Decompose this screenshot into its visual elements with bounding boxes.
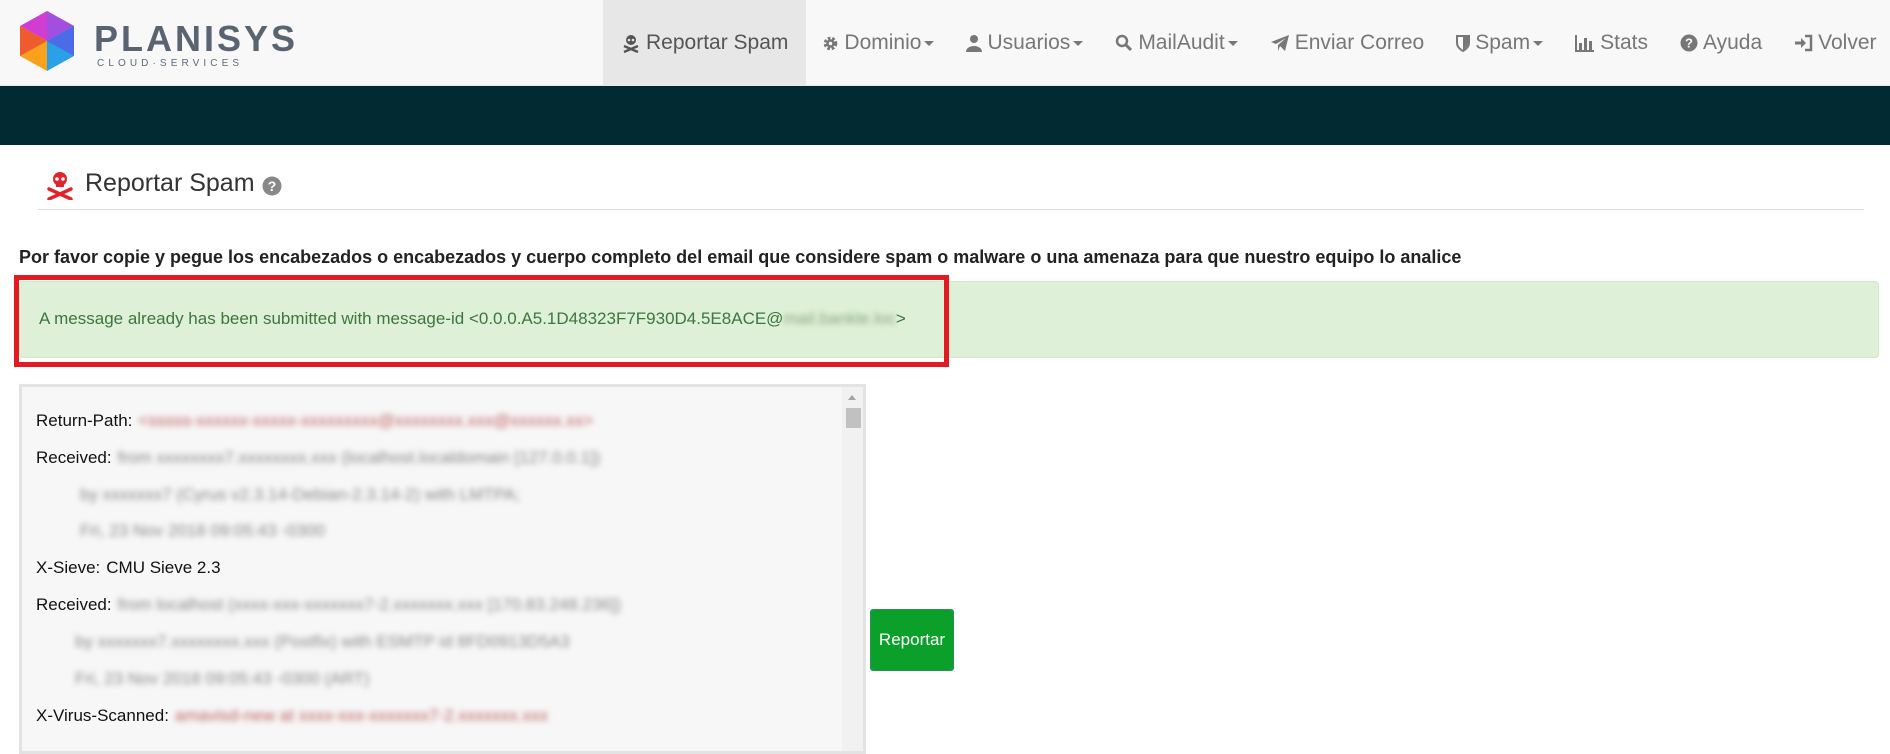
scroll-up-arrow-icon[interactable] [848, 395, 856, 400]
nav-label: Reportar Spam [646, 31, 789, 54]
bar-chart-icon [1575, 34, 1595, 52]
nav-label: Ayuda [1702, 31, 1763, 54]
nav-label: Usuarios [987, 31, 1071, 54]
success-alert: A message already has been submitted wit… [19, 281, 1879, 358]
nav-label: Spam [1475, 31, 1531, 54]
instructions-text: Por favor copie y pegue los encabezados … [19, 247, 1462, 267]
send-icon [1270, 34, 1290, 52]
svg-text:?: ? [268, 178, 277, 194]
header-line: by xxxxxxx7 (Cyrus v2.3.14-Debian-2.3.14… [80, 485, 520, 504]
nav-reportar-spam[interactable]: Reportar Spam [603, 0, 807, 86]
nav-enviar-correo[interactable]: Enviar Correo [1254, 0, 1441, 86]
nav-dominio[interactable]: Dominio [806, 0, 950, 86]
top-navbar: PLANISYS CLOUD·SERVICES Reportar Spam Do… [0, 0, 1890, 86]
alert-prefix: A message already has been submitted wit… [39, 309, 784, 328]
email-headers-textarea[interactable]: Return-Path: <sssss-xxxxxx-xxxxx-xxxxxxxx… [19, 384, 866, 754]
nav-label: Volver [1818, 31, 1877, 54]
page-header: Reportar Spam ? [38, 166, 1864, 210]
nav-usuarios[interactable]: Usuarios [950, 0, 1099, 86]
svg-text:?: ? [1685, 36, 1693, 51]
user-icon [966, 34, 983, 52]
header-line: Fri, 23 Nov 2018 09:05:43 -0300 [80, 521, 325, 540]
search-icon [1115, 34, 1133, 52]
main-nav: Reportar Spam Dominio Usuarios MailAudit [603, 0, 1890, 86]
alert-redacted-domain: mail.bankle.loc [783, 309, 896, 328]
skull-crossbones-icon [46, 170, 74, 205]
nav-label: Stats [1600, 31, 1648, 54]
question-circle-icon: ? [1680, 34, 1698, 52]
header-line: Received: from xxxxxxxx7.xxxxxxxx.xxx (lo… [36, 448, 601, 467]
nav-label: MailAudit [1138, 31, 1225, 54]
caret-down-icon [1227, 40, 1238, 46]
shield-icon [1456, 34, 1471, 52]
nav-label: Enviar Correo [1294, 31, 1425, 54]
header-line: Return-Path: <sssss-xxxxxx-xxxxx-xxxxxxxx… [36, 411, 594, 430]
header-line: Received: from localhost (xxxx-xxx-xxxxxx… [36, 595, 622, 614]
alert-suffix: > [895, 309, 906, 328]
brand-tagline: CLOUD·SERVICES [97, 58, 244, 69]
caret-down-icon [924, 40, 935, 46]
caret-down-icon [1073, 40, 1084, 46]
gear-icon [822, 35, 839, 52]
cube-logo-icon [20, 11, 74, 71]
header-line: X-Sieve: CMU Sieve 2.3 [36, 558, 221, 577]
nav-ayuda[interactable]: ? Ayuda [1664, 0, 1778, 86]
textarea-scrollbar[interactable] [842, 387, 863, 751]
nav-spam[interactable]: Spam [1440, 0, 1559, 86]
brand-name: PLANISYS [94, 18, 299, 59]
header-line: Fri, 23 Nov 2018 09:05:43 -0300 (ART) [75, 669, 370, 688]
caret-down-icon [1533, 40, 1544, 46]
skull-icon [621, 33, 641, 53]
page-title: Reportar Spam [85, 169, 255, 197]
header-line: X-Virus-Scanned: amavisd-new at xxxx-xxx-… [36, 706, 549, 725]
sign-in-icon [1794, 34, 1813, 52]
alert-message: A message already has been submitted wit… [39, 309, 906, 329]
report-button[interactable]: Reportar [870, 609, 954, 671]
help-icon[interactable]: ? [262, 176, 282, 201]
nav-stats[interactable]: Stats [1559, 0, 1664, 86]
nav-mailaudit[interactable]: MailAudit [1099, 0, 1253, 86]
scrollbar-thumb[interactable] [846, 408, 861, 428]
nav-label: Dominio [844, 31, 922, 54]
header-line: by xxxxxxx7.xxxxxxxx.xxx (Postfix) with … [75, 632, 570, 651]
dark-banner [0, 86, 1890, 145]
nav-volver[interactable]: Volver [1778, 0, 1890, 86]
